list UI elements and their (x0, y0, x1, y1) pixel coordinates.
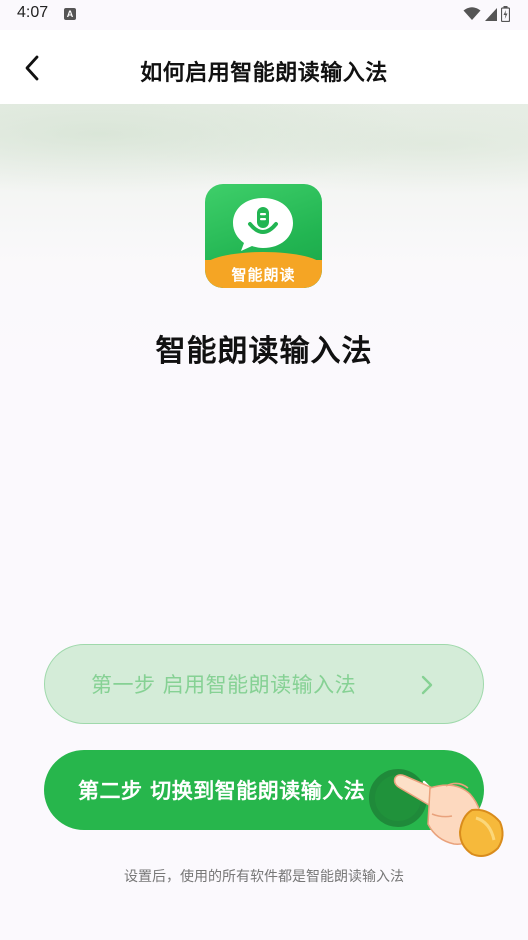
app-bar: 如何启用智能朗读输入法 (0, 30, 528, 104)
step-1-label: 第一步 启用智能朗读输入法 (91, 673, 357, 697)
signal-icon (485, 7, 497, 21)
step-1-button[interactable]: 第一步 启用智能朗读输入法 (44, 644, 484, 724)
status-bar: 4:07 A (0, 0, 528, 30)
status-icons (463, 6, 510, 22)
step-2-button[interactable]: 第二步 切换到智能朗读输入法 (44, 750, 484, 830)
battery-icon (501, 6, 510, 22)
background-mist (0, 104, 528, 194)
app-name: 智能朗读输入法 (155, 334, 373, 369)
chevron-right-icon (422, 780, 434, 800)
chevron-right-icon (421, 675, 433, 695)
footnote: 设置后，使用的所有软件都是智能朗读输入法 (124, 869, 404, 885)
wifi-icon (463, 7, 481, 20)
notification-icon: A (64, 8, 76, 20)
main-content: 智能朗读 智能朗读输入法 第一步 启用智能朗读输入法 第二步 切换到智能朗读输入… (0, 104, 528, 940)
app-logo: 智能朗读 (205, 184, 322, 288)
status-time: 4:07 (17, 4, 49, 21)
microphone-bubble-icon (233, 198, 293, 251)
app-logo-band: 智能朗读 (205, 252, 322, 288)
step-2-label: 第二步 切换到智能朗读输入法 (78, 779, 366, 803)
app-logo-label: 智能朗读 (231, 266, 296, 284)
page-title: 如何启用智能朗读输入法 (140, 61, 388, 86)
